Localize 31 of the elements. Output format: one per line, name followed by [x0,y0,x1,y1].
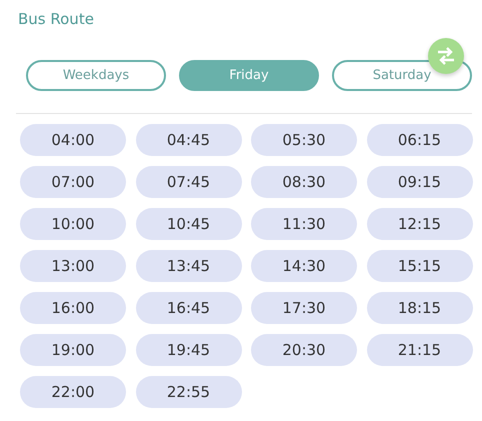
departure-time: 04:45 [136,124,242,156]
departure-time: 06:15 [366,124,472,156]
day-tab[interactable]: Friday [179,60,319,91]
departure-time: 16:45 [136,292,242,324]
departure-time: 12:15 [366,208,472,240]
departure-time: 15:15 [366,250,472,282]
departure-time: 11:30 [251,208,357,240]
departure-time: 18:15 [366,292,472,324]
departure-time: 16:00 [20,292,126,324]
departure-time: 13:45 [136,250,242,282]
day-tab[interactable]: Saturday [332,60,472,91]
departure-time: 07:00 [20,166,126,198]
departure-time: 09:15 [366,166,472,198]
departure-time: 05:30 [251,124,357,156]
departure-time: 22:00 [20,376,126,408]
departure-time: 10:45 [136,208,242,240]
departure-time: 19:45 [136,334,242,366]
departure-time: 04:00 [20,124,126,156]
departure-time: 10:00 [20,208,126,240]
route-title: Bus Route [17,9,95,30]
departure-time: 13:00 [20,250,126,282]
departure-time: 14:30 [251,250,357,282]
swap-icon [436,47,456,65]
departure-time: 20:30 [251,334,357,366]
departure-time: 08:30 [251,166,357,198]
departure-time: 07:45 [136,166,242,198]
departure-time: 19:00 [20,334,126,366]
departure-time: 22:55 [136,376,242,408]
departure-time: 21:15 [366,334,472,366]
day-tab[interactable]: Weekdays [26,60,166,91]
departure-time: 17:30 [251,292,357,324]
